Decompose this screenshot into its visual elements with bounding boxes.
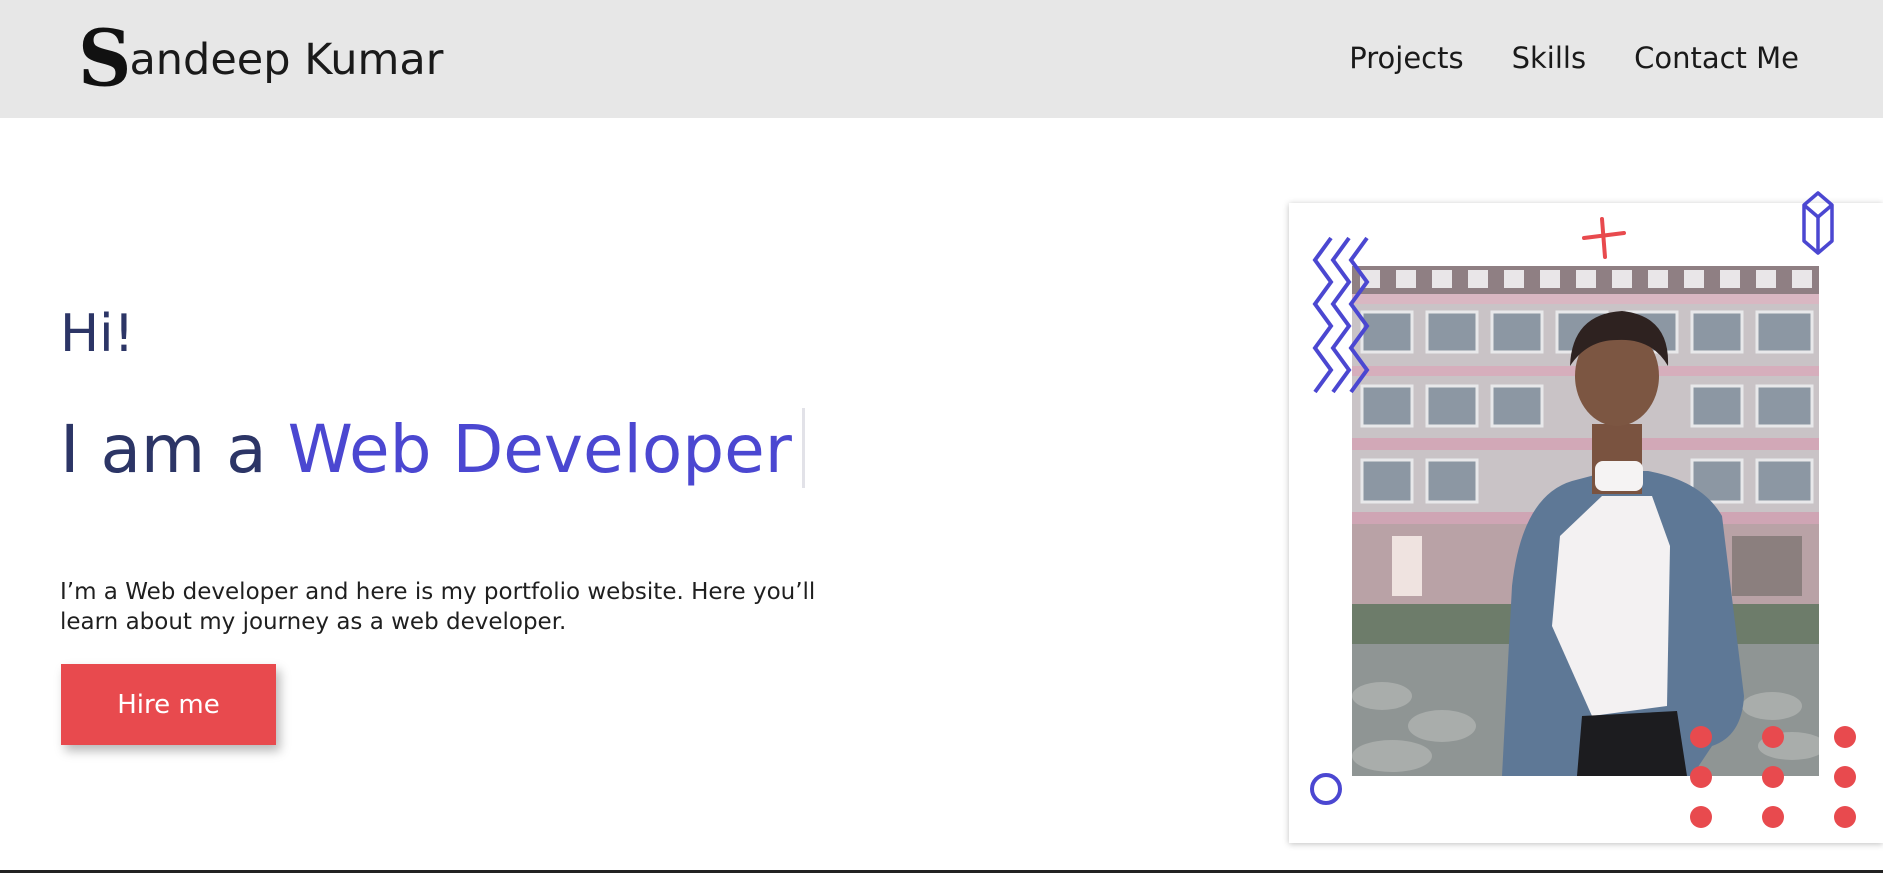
- brand-name: andeep Kumar: [129, 35, 444, 85]
- main-nav: Projects Skills Contact Me: [1349, 38, 1799, 78]
- headline-prefix: I am a: [60, 411, 288, 488]
- plus-icon: [1582, 217, 1626, 259]
- brand-logo[interactable]: S andeep Kumar: [78, 13, 444, 105]
- nav-link-skills[interactable]: Skills: [1512, 38, 1586, 78]
- hero-greeting: Hi!: [60, 304, 135, 364]
- profile-photo-card: [1289, 191, 1883, 843]
- hero-intro: I’m a Web developer and here is my portf…: [60, 579, 816, 635]
- crystal-icon: [1802, 191, 1834, 255]
- headline-role: Web Developer: [287, 411, 792, 488]
- zigzag-icon: [1312, 236, 1370, 394]
- dot-grid-icon: [1690, 726, 1856, 828]
- site-header: S andeep Kumar Projects Skills Contact M…: [0, 0, 1883, 118]
- nav-link-projects[interactable]: Projects: [1349, 38, 1463, 78]
- brand-initial: S: [78, 13, 132, 105]
- profile-photo: [1352, 266, 1819, 776]
- hire-me-button[interactable]: Hire me: [61, 664, 276, 745]
- typing-caret: [801, 407, 805, 488]
- portfolio-page: S andeep Kumar Projects Skills Contact M…: [0, 0, 1883, 873]
- nav-link-contact[interactable]: Contact Me: [1634, 38, 1799, 78]
- ring-icon: [1310, 773, 1342, 805]
- hero-headline: I am a Web Developer: [60, 407, 805, 492]
